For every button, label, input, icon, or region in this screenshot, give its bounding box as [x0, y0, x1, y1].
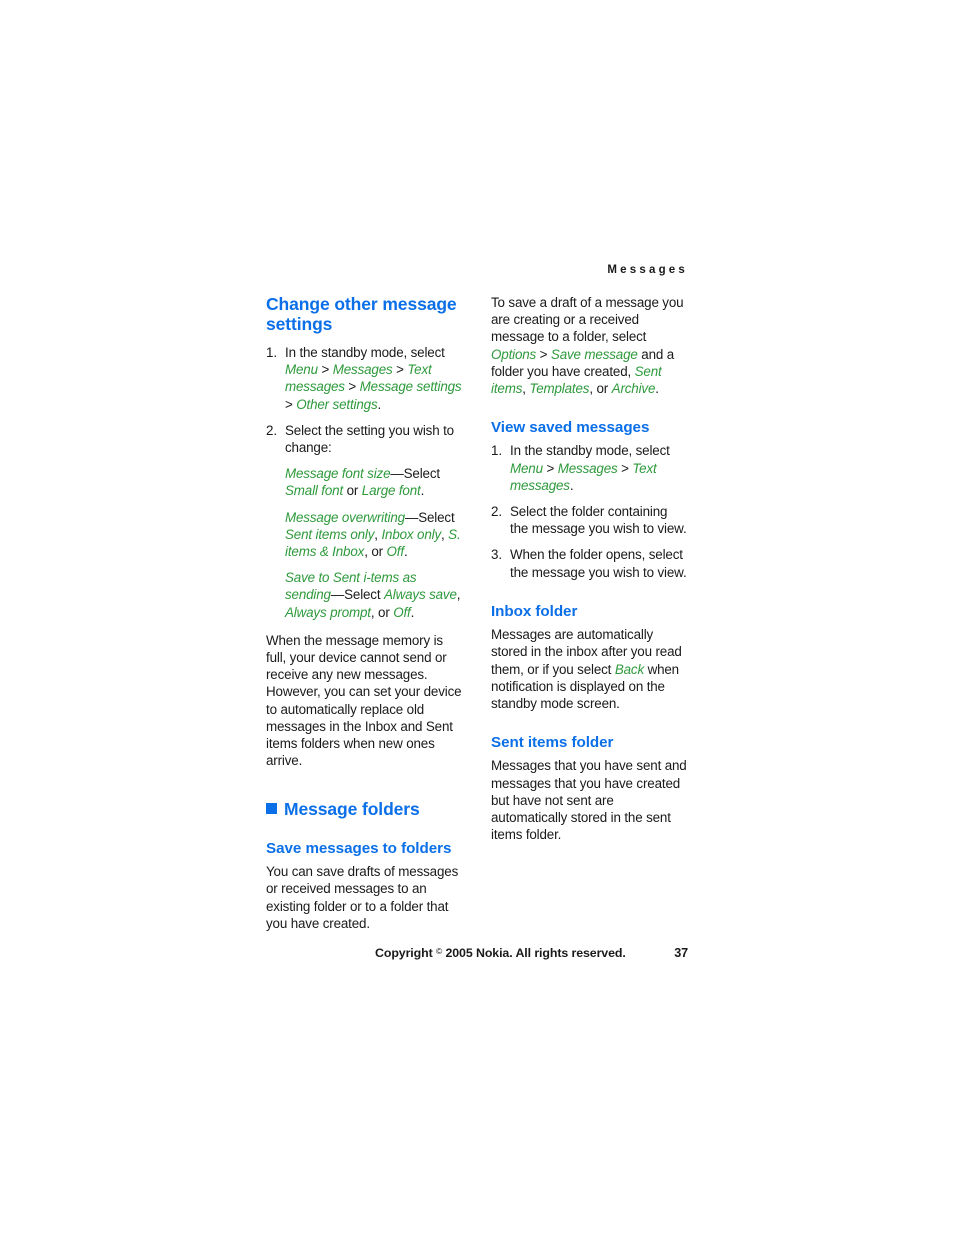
- heading-inbox-folder: Inbox folder: [491, 602, 578, 620]
- ui-term-off: Off: [386, 543, 405, 559]
- running-header: Messages: [607, 264, 688, 276]
- ui-term-small-font: Small font: [285, 483, 344, 499]
- ui-term-other-settings: Other settings: [296, 396, 378, 412]
- text: Select: [418, 509, 455, 525]
- copyright-prefix: Copyright: [375, 946, 436, 960]
- list-item: When the folder opens, select the messag…: [491, 546, 687, 580]
- copyright-notice: Copyright © 2005 Nokia. All rights reser…: [375, 946, 626, 960]
- right-column: To save a draft of a message you are cre…: [491, 294, 688, 843]
- separator: >: [536, 346, 551, 362]
- ui-term-message-settings: Message settings: [359, 379, 462, 395]
- ui-term-inbox-only: Inbox only: [381, 526, 441, 542]
- text: , or: [589, 381, 612, 397]
- setting-save-to-sent-items: Save to Sent i-tems as sending—Select Al…: [285, 569, 463, 621]
- list-item: In the standby mode, select Menu > Messa…: [266, 344, 463, 413]
- ui-term-templates: Templates: [529, 381, 590, 397]
- ui-term-messages: Messages: [557, 460, 618, 476]
- separator: >: [392, 362, 408, 378]
- text: Select: [403, 466, 440, 482]
- ui-term-always-save: Always save: [384, 587, 457, 603]
- ui-term-messages: Messages: [332, 362, 393, 378]
- setting-message-font-size: Message font size—Select Small font or L…: [285, 465, 463, 499]
- heading-save-messages-to-folders: Save messages to folders: [266, 839, 452, 857]
- paragraph-sent-items-folder: Messages that you have sent and messages…: [491, 758, 687, 843]
- page-number: 37: [674, 946, 688, 960]
- ui-term-options: Options: [491, 346, 537, 362]
- text-end: .: [403, 543, 408, 559]
- ui-term-off: Off: [393, 604, 411, 620]
- ui-term-menu: Menu: [285, 362, 318, 378]
- separator: >: [617, 460, 633, 476]
- text-end: .: [420, 483, 425, 499]
- heading-message-folders: Message folders: [266, 799, 463, 819]
- dash: —: [404, 509, 419, 525]
- text: Select: [344, 587, 384, 603]
- paragraph-inbox-folder: Messages are automatically stored in the…: [491, 626, 688, 712]
- step-text-end: .: [569, 477, 574, 493]
- separator: >: [344, 379, 360, 395]
- ui-term-back: Back: [614, 661, 644, 677]
- ui-term-menu: Menu: [510, 460, 543, 476]
- paragraph-save-draft: To save a draft of a message you are cre…: [491, 294, 688, 397]
- separator: >: [285, 396, 297, 412]
- ui-term-message-font-size: Message font size: [285, 466, 391, 482]
- comma: ,: [456, 587, 461, 603]
- step-text: In the standby mode, select: [285, 344, 445, 360]
- heading-view-saved-messages: View saved messages: [491, 419, 650, 437]
- text-end: .: [410, 604, 415, 620]
- ui-term-message-overwriting: Message overwriting: [285, 509, 405, 525]
- manual-page: Messages Change other message settings I…: [0, 0, 954, 1235]
- paragraph-message-memory: When the message memory is full, your de…: [266, 632, 462, 769]
- step-text: Select the setting you wish to change:: [285, 422, 454, 455]
- list-item: Select the setting you wish to change: M…: [266, 422, 463, 621]
- step-text: In the standby mode, select: [510, 443, 670, 459]
- dash: —: [390, 466, 404, 482]
- ui-term-always-prompt: Always prompt: [285, 604, 371, 620]
- square-bullet-icon: [266, 803, 277, 815]
- ui-term-save-message: Save message: [550, 346, 638, 362]
- paragraph-save-messages: You can save drafts of messages or recei…: [266, 864, 459, 931]
- dash: —: [330, 587, 345, 603]
- ui-term-sent-items-only: Sent items only: [285, 526, 375, 542]
- left-column: Change other message settings In the sta…: [266, 294, 463, 932]
- heading-change-other-message-settings: Change other message settings: [266, 294, 457, 335]
- separator: >: [317, 362, 333, 378]
- list-item: In the standby mode, select Menu > Messa…: [491, 442, 688, 494]
- step-text-end: .: [377, 396, 382, 412]
- heading-text: Message folders: [284, 799, 420, 820]
- text-end: .: [655, 381, 659, 397]
- ui-term-archive: Archive: [611, 381, 656, 397]
- text: To save a draft of a message you are cre…: [491, 295, 684, 345]
- left-steps-list: In the standby mode, select Menu > Messa…: [266, 344, 463, 621]
- right-steps-list: In the standby mode, select Menu > Messa…: [491, 442, 688, 580]
- ui-term-large-font: Large font: [361, 483, 421, 499]
- text: , or: [364, 543, 387, 559]
- copyright-rest: 2005 Nokia. All rights reserved.: [442, 946, 626, 960]
- text: or: [343, 483, 362, 499]
- separator: >: [542, 460, 558, 476]
- text: , or: [370, 604, 394, 620]
- setting-message-overwriting: Message overwriting—Select Sent items on…: [285, 509, 463, 561]
- heading-sent-items-folder: Sent items folder: [491, 734, 614, 752]
- two-column-body: Change other message settings In the sta…: [266, 294, 692, 932]
- list-item: Select the folder containing the message…: [491, 503, 687, 537]
